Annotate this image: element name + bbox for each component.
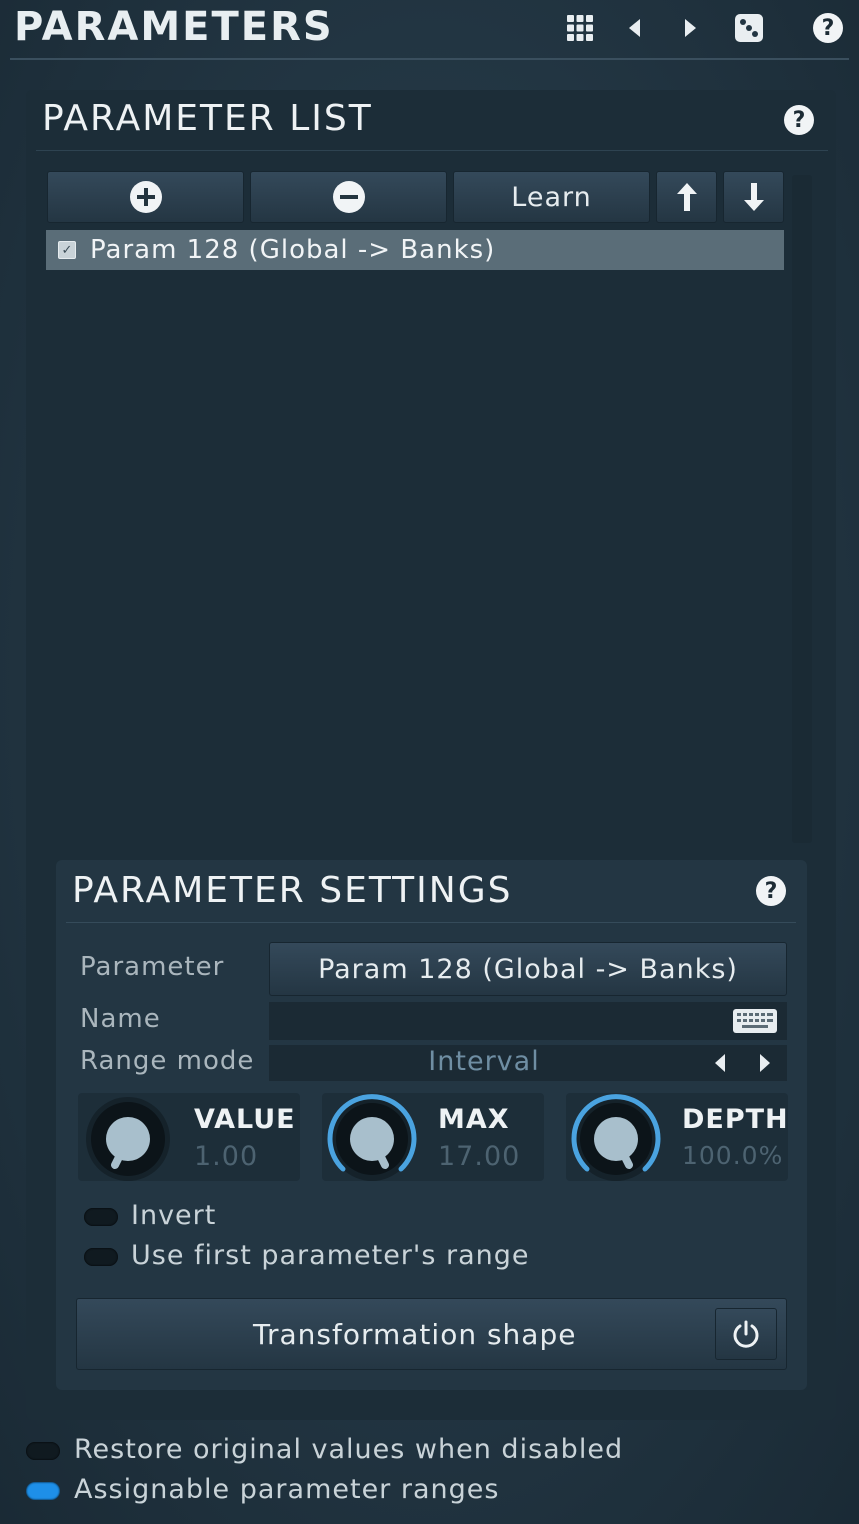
parameter-settings-help-icon[interactable]: ? <box>756 876 786 906</box>
assignable-ranges-toggle[interactable] <box>26 1482 60 1500</box>
parameter-label: Parameter <box>80 952 225 982</box>
move-up-button[interactable] <box>656 171 717 223</box>
transformation-power-button[interactable] <box>715 1308 777 1360</box>
page-title: PARAMETERS <box>14 4 334 50</box>
invert-toggle[interactable] <box>84 1208 118 1226</box>
arrow-down-icon <box>743 183 764 211</box>
header-divider <box>10 58 849 60</box>
value-knob[interactable] <box>82 1093 174 1189</box>
range-mode-label: Range mode <box>80 1046 255 1076</box>
max-knob-value: 17.00 <box>438 1141 521 1172</box>
move-down-button[interactable] <box>723 171 784 223</box>
grid-icon[interactable] <box>560 8 600 48</box>
list-item-label: Param 128 (Global -> Banks) <box>90 235 496 265</box>
add-parameter-button[interactable] <box>47 171 244 223</box>
plus-circle-icon <box>129 181 162 213</box>
value-knob-value: 1.00 <box>194 1141 259 1172</box>
transformation-shape-label: Transformation shape <box>253 1317 577 1351</box>
keyboard-icon[interactable] <box>732 1008 778 1038</box>
name-label: Name <box>80 1004 161 1034</box>
parameter-select[interactable]: Param 128 (Global -> Banks) <box>269 942 787 996</box>
assignable-ranges-label: Assignable parameter ranges <box>74 1474 500 1505</box>
value-knob-title: VALUE <box>194 1104 296 1135</box>
prev-icon[interactable] <box>615 8 655 48</box>
invert-label: Invert <box>131 1200 217 1231</box>
minus-circle-icon <box>332 181 365 213</box>
parameter-settings-title: PARAMETER SETTINGS <box>72 870 513 911</box>
power-icon <box>733 1320 759 1348</box>
use-first-range-label: Use first parameter's range <box>131 1240 530 1271</box>
range-mode-value: Interval <box>428 1046 540 1077</box>
parameter-list-help-icon[interactable]: ? <box>784 105 814 135</box>
restore-values-toggle[interactable] <box>26 1442 60 1460</box>
remove-parameter-button[interactable] <box>250 171 447 223</box>
learn-button[interactable]: Learn <box>453 171 650 223</box>
arrow-up-icon <box>676 183 697 211</box>
max-knob-title: MAX <box>438 1104 510 1135</box>
depth-knob-title: DEPTH <box>682 1104 789 1135</box>
list-item[interactable]: ✓ Param 128 (Global -> Banks) <box>46 230 784 270</box>
restore-values-label: Restore original values when disabled <box>74 1434 624 1465</box>
parameter-list-title: PARAMETER LIST <box>42 98 373 139</box>
name-field[interactable] <box>269 1002 787 1040</box>
help-glyph: ? <box>813 13 843 43</box>
next-icon[interactable] <box>670 8 710 48</box>
list-scrollbar[interactable] <box>792 175 812 843</box>
range-prev-icon[interactable] <box>712 1052 728 1078</box>
panel-divider <box>36 150 828 151</box>
depth-knob[interactable] <box>570 1093 662 1189</box>
help-icon[interactable]: ? <box>808 8 848 48</box>
range-next-icon[interactable] <box>757 1052 773 1078</box>
depth-knob-value: 100.0% <box>682 1141 784 1170</box>
help-glyph: ? <box>784 105 814 135</box>
transformation-shape-button[interactable]: Transformation shape <box>76 1298 787 1370</box>
settings-divider <box>66 922 796 923</box>
max-knob[interactable] <box>326 1093 418 1189</box>
help-glyph: ? <box>756 876 786 906</box>
dice-icon[interactable] <box>729 8 769 48</box>
use-first-range-toggle[interactable] <box>84 1248 118 1266</box>
checkbox[interactable]: ✓ <box>58 241 76 259</box>
